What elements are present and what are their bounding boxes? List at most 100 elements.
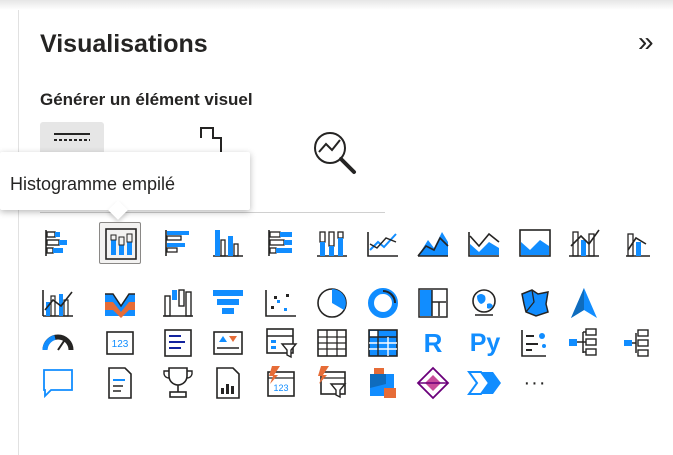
- key-influencers-icon: [521, 330, 546, 357]
- ribbon-chart-button[interactable]: [99, 282, 141, 324]
- clustered-bar-chart-button[interactable]: [157, 222, 199, 264]
- svg-text:123: 123: [273, 383, 288, 393]
- waterfall-chart-icon: [163, 289, 193, 317]
- slicer-button[interactable]: [260, 322, 302, 364]
- stacked-bar-chart-button[interactable]: [37, 222, 79, 264]
- paginated-report-button[interactable]: [207, 362, 249, 404]
- decomposition-tree-icon: [569, 328, 597, 356]
- python-visual-icon: Py: [469, 329, 501, 357]
- top-shadow: [0, 0, 673, 10]
- metrics-icon: [163, 367, 193, 398]
- 100-stacked-area-chart-button[interactable]: [514, 222, 556, 264]
- 100-stacked-bar-chart-button[interactable]: [260, 222, 302, 264]
- line-and-clustered-column-button[interactable]: [37, 282, 79, 324]
- funnel-button[interactable]: [207, 282, 249, 324]
- 100-stacked-area-chart-icon: [519, 229, 551, 257]
- more-visuals-button[interactable]: ···: [514, 362, 556, 404]
- svg-text:123: 123: [112, 339, 129, 350]
- kpi-icon: [213, 331, 243, 355]
- waterfall-chart-button[interactable]: [157, 282, 199, 324]
- stacked-area-chart-icon: [468, 232, 500, 257]
- slicer-icon: [266, 328, 298, 359]
- map-button[interactable]: [463, 282, 505, 324]
- funnel-icon: [213, 290, 243, 314]
- stacked-column-chart-icon: [105, 228, 137, 260]
- r-script-visual-icon: R: [423, 328, 443, 358]
- metrics-button[interactable]: [157, 362, 199, 404]
- kpi-button[interactable]: [207, 322, 249, 364]
- azure-map-button[interactable]: [563, 282, 605, 324]
- matrix-button[interactable]: [362, 322, 404, 364]
- table-icon: [317, 329, 347, 357]
- stacked-column-chart-button[interactable]: [99, 222, 141, 264]
- paginated-report-icon: [216, 367, 240, 399]
- r-script-visual-button[interactable]: R: [412, 322, 454, 364]
- tooltip-text: Histogramme empilé: [10, 174, 176, 194]
- fabric-icon: [370, 368, 396, 398]
- copilot-button[interactable]: [463, 362, 505, 404]
- clustered-column-chart-icon: [213, 230, 243, 257]
- scatter-chart-icon: [265, 290, 296, 317]
- line-and-clustered-column-icon: [42, 290, 73, 317]
- donut-chart-icon: [368, 288, 398, 318]
- line-chart-button[interactable]: [362, 222, 404, 264]
- card-button[interactable]: 123: [99, 322, 141, 364]
- line-and-stacked-column-alt-button[interactable]: [620, 222, 662, 264]
- pane-divider: [18, 10, 19, 455]
- matrix-icon: [368, 329, 398, 357]
- fabric-button[interactable]: [362, 362, 404, 404]
- pane-title: Visualisations: [40, 30, 208, 58]
- analytics-icon: [314, 132, 356, 174]
- power-automate-button[interactable]: [311, 362, 353, 404]
- python-visual-button[interactable]: Py: [463, 322, 505, 364]
- power-automate-icon: [318, 366, 347, 399]
- stacked-area-chart-button[interactable]: [463, 222, 505, 264]
- 100-stacked-bar-chart-icon: [268, 230, 292, 256]
- gauge-icon: [42, 334, 74, 351]
- line-and-stacked-column-button[interactable]: [563, 222, 605, 264]
- filled-map-icon: [521, 289, 549, 317]
- build-visual-heading: Générer un élément visuel: [40, 90, 253, 109]
- qa-button[interactable]: [37, 362, 79, 404]
- pie-chart-icon: [317, 288, 347, 318]
- clustered-bar-chart-icon: [165, 230, 189, 256]
- donut-chart-button[interactable]: [362, 282, 404, 324]
- more-visuals-icon: ···: [523, 372, 547, 394]
- decomposition-tree-button[interactable]: [563, 322, 605, 364]
- key-influencers-button[interactable]: [514, 322, 556, 364]
- pie-chart-button[interactable]: [311, 282, 353, 324]
- arcgis-icon: [416, 366, 450, 400]
- line-and-stacked-column-icon: [626, 233, 650, 257]
- line-and-stacked-column-icon: [569, 229, 600, 257]
- qa-icon: [43, 369, 73, 399]
- decomposition-tree-alt-button[interactable]: [620, 322, 662, 364]
- stacked-bar-chart-icon: [45, 230, 67, 256]
- smart-narrative-button[interactable]: [99, 362, 141, 404]
- area-chart-icon: [417, 232, 449, 257]
- multi-row-card-button[interactable]: [157, 322, 199, 364]
- treemap-icon: [418, 288, 448, 318]
- tab-analytics[interactable]: [302, 122, 366, 174]
- double-chevron-right-icon[interactable]: »: [638, 28, 654, 56]
- copilot-icon: [467, 371, 501, 395]
- table-button[interactable]: [311, 322, 353, 364]
- smart-narrative-icon: [108, 367, 132, 399]
- ribbon-chart-icon: [105, 293, 135, 318]
- area-chart-button[interactable]: [412, 222, 454, 264]
- 100-stacked-column-chart-button[interactable]: [311, 222, 353, 264]
- arcgis-button[interactable]: [412, 362, 454, 404]
- clustered-column-chart-button[interactable]: [207, 222, 249, 264]
- treemap-button[interactable]: [412, 282, 454, 324]
- multi-row-card-icon: [164, 329, 192, 357]
- power-apps-button[interactable]: 123: [260, 362, 302, 404]
- tab-divider: [40, 212, 385, 213]
- filled-map-button[interactable]: [514, 282, 556, 324]
- map-icon: [472, 289, 496, 316]
- azure-map-icon: [571, 288, 597, 318]
- power-apps-icon: 123: [267, 366, 295, 397]
- line-chart-icon: [367, 232, 398, 257]
- visualizations-pane: Visualisations » Générer un élément visu…: [0, 0, 673, 455]
- gauge-button[interactable]: [37, 322, 79, 364]
- scatter-chart-button[interactable]: [260, 282, 302, 324]
- 100-stacked-column-chart-icon: [317, 231, 347, 257]
